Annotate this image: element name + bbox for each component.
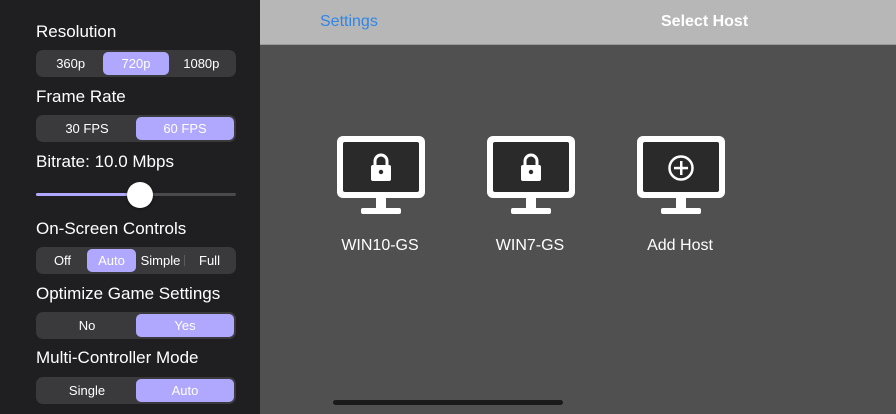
- settings-sidebar: Resolution 360p 720p 1080p Frame Rate 30 F…: [0, 0, 260, 414]
- resolution-segmented-control: 360p 720p 1080p: [36, 50, 236, 77]
- segment-option[interactable]: Auto: [87, 249, 136, 272]
- add-host-button[interactable]: Add Host: [625, 134, 735, 264]
- host-win7-gs[interactable]: WIN7-GS: [475, 134, 585, 264]
- segment-option-label: 360p: [56, 56, 86, 71]
- segment-option-label: Single: [68, 383, 106, 398]
- bitrate-slider[interactable]: [36, 182, 236, 208]
- segment-option-label: 1080p: [183, 56, 220, 71]
- computer-icon: [337, 136, 425, 214]
- page-title: Select Host: [661, 13, 749, 30]
- bitrate-label: Bitrate: 10.0 Mbps: [36, 152, 174, 171]
- segment-option[interactable]: Simple: [136, 249, 185, 272]
- segment-option[interactable]: Off: [38, 249, 87, 272]
- segment-option-label: 30 FPS: [65, 121, 109, 136]
- segment-option-label: Off: [53, 253, 72, 268]
- segment-option[interactable]: 1080p: [169, 52, 234, 75]
- onscreen-controls-segmented-control: Off Auto Simple Full: [36, 247, 236, 274]
- slider-fill: [36, 193, 140, 196]
- slider-thumb[interactable]: [127, 182, 153, 208]
- segment-option[interactable]: Auto: [136, 379, 234, 402]
- segment-divider: [184, 255, 185, 266]
- optimize-game-settings-label: Optimize Game Settings: [36, 284, 221, 303]
- segment-option-label: 720p: [121, 56, 151, 71]
- onscreen-controls-label: On-Screen Controls: [36, 219, 187, 238]
- host-name: WIN10-GS: [341, 237, 419, 254]
- resolution-label: Resolution: [36, 22, 117, 41]
- host-win10-gs[interactable]: WIN10-GS: [325, 134, 435, 264]
- settings-button[interactable]: Settings: [320, 13, 378, 31]
- computer-icon: [487, 136, 575, 214]
- segment-option-label: Simple: [140, 253, 181, 268]
- host-name: Add Host: [647, 237, 713, 254]
- segment-option-label: No: [78, 318, 96, 333]
- segment-option[interactable]: 360p: [38, 52, 103, 75]
- segment-option-label: Auto: [171, 383, 199, 398]
- navbar-divider: [260, 44, 896, 45]
- frame-rate-segmented-control: 30 FPS 60 FPS: [36, 115, 236, 142]
- navigation-bar: Settings Select Host: [260, 0, 896, 44]
- segment-option[interactable]: Yes: [136, 314, 234, 337]
- computer-icon: [637, 136, 725, 214]
- segment-option-label: Full: [199, 253, 220, 268]
- segment-option[interactable]: No: [38, 314, 136, 337]
- multi-controller-label: Multi-Controller Mode: [36, 348, 199, 367]
- multi-controller-segmented-control: Single Auto: [36, 377, 236, 404]
- segment-option[interactable]: 720p: [103, 52, 169, 75]
- segment-option-label: Yes: [174, 318, 196, 333]
- frame-rate-label: Frame Rate: [36, 87, 126, 106]
- segment-option[interactable]: Full: [184, 249, 234, 272]
- host-name: WIN7-GS: [495, 237, 565, 254]
- segment-option[interactable]: 30 FPS: [38, 117, 136, 140]
- segment-option-label: Auto: [98, 253, 125, 268]
- optimize-game-settings-segmented-control: No Yes: [36, 312, 236, 339]
- segment-option[interactable]: Single: [38, 379, 136, 402]
- home-indicator: [333, 400, 563, 405]
- segment-option[interactable]: 60 FPS: [136, 117, 234, 140]
- segment-option-label: 60 FPS: [163, 121, 207, 136]
